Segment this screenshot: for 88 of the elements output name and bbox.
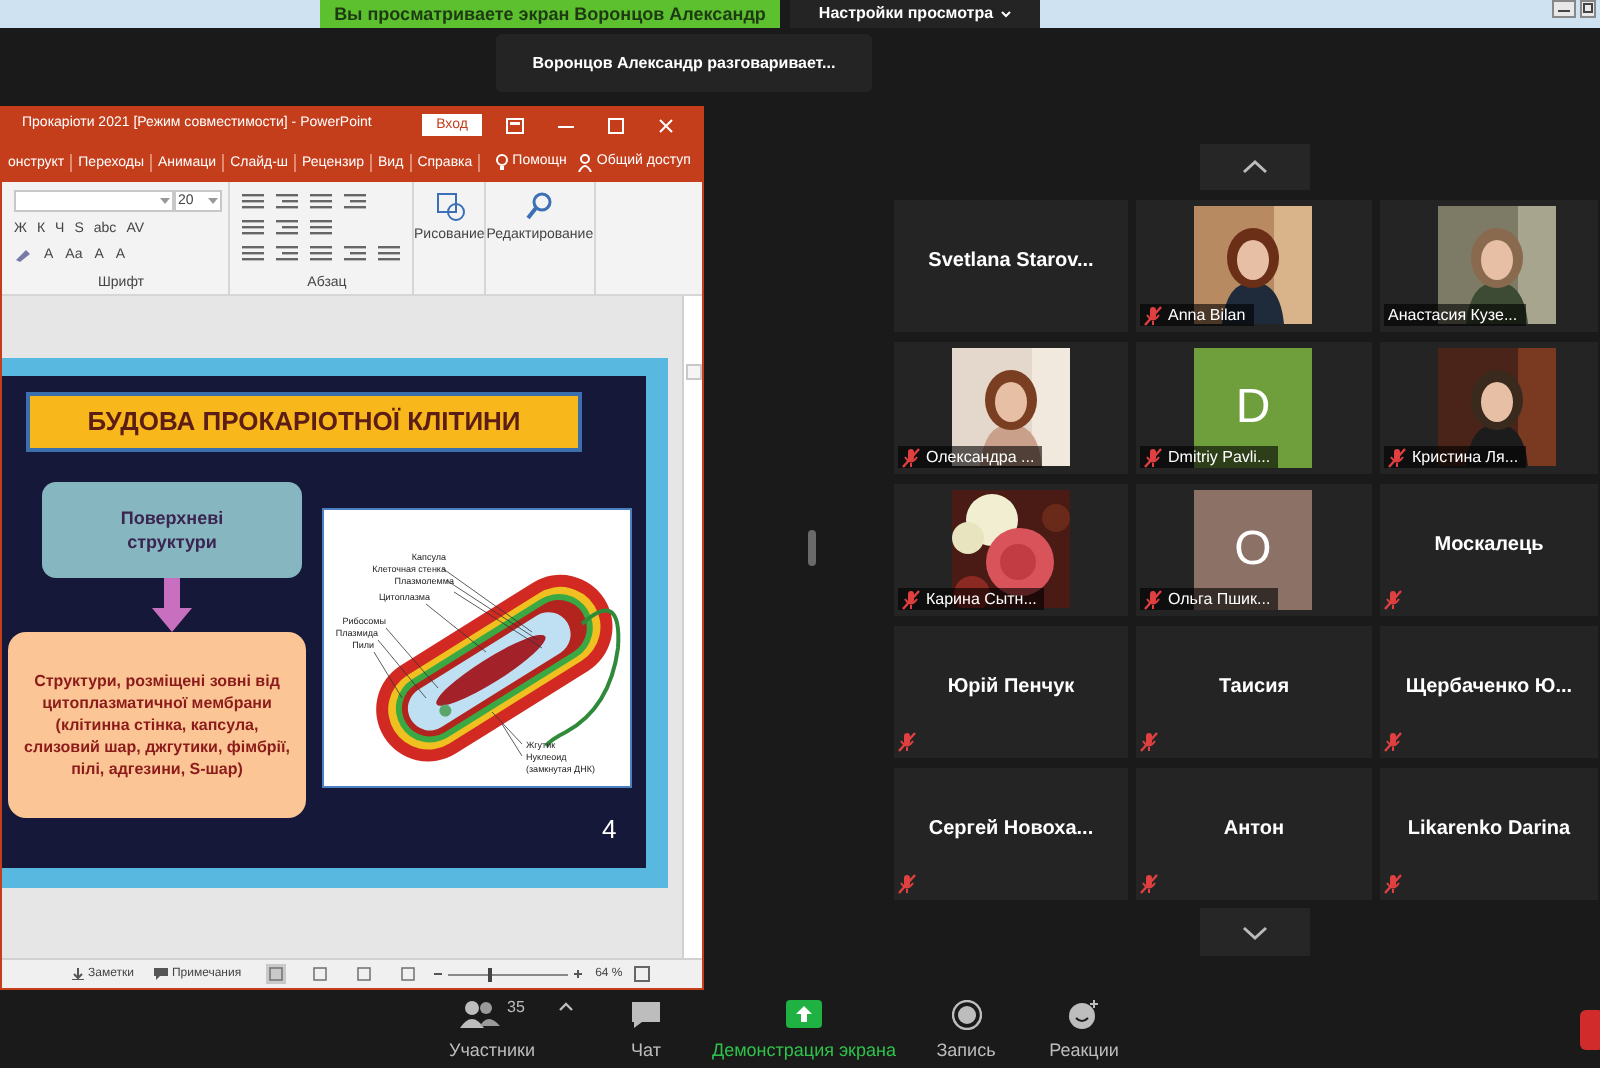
line-spacing-icon[interactable]: [310, 192, 332, 210]
participant-name: Dmitriy Pavli...: [1168, 449, 1271, 465]
toolbar-button[interactable]: Чат: [584, 994, 708, 1060]
search-icon: [523, 190, 556, 222]
slide-title: БУДОВА ПРОКАРІОТНОЇ КЛІТИНИ: [26, 392, 582, 452]
align-text-icon[interactable]: [378, 244, 400, 262]
participant-tile[interactable]: Антон: [1136, 768, 1372, 900]
participant-tile[interactable]: Anna Bilan: [1136, 200, 1372, 332]
numbering-icon[interactable]: [276, 192, 298, 210]
participant-tile[interactable]: Likarenko Darina: [1380, 768, 1598, 900]
chevron-down-icon: [999, 10, 1012, 18]
slide-sorter-icon[interactable]: [309, 964, 330, 984]
align-icon[interactable]: [344, 244, 366, 262]
zoom-thumb[interactable]: [487, 967, 492, 981]
align-icon[interactable]: [242, 244, 264, 262]
maximize-icon[interactable]: [608, 117, 624, 133]
participant-name: Юрій Пенчук: [945, 678, 1077, 698]
participant-name: Таисия: [1216, 678, 1292, 698]
view-options-button[interactable]: Настройки просмотра: [790, 0, 1040, 28]
scroll-thumb[interactable]: [685, 364, 701, 380]
participant-name: Олександра ...: [926, 449, 1035, 465]
participant-tile[interactable]: O Ольга Пшик...: [1136, 484, 1372, 616]
slide-number: 4: [602, 816, 617, 842]
highlighter-icon[interactable]: [14, 246, 32, 262]
share-screen-icon: [786, 1000, 822, 1028]
normal-view-icon[interactable]: [265, 964, 286, 984]
participant-tile[interactable]: Сергей Новоха...: [894, 768, 1128, 900]
participant-name: Анастасия Кузе...: [1388, 307, 1518, 323]
close-icon[interactable]: [658, 117, 674, 133]
record-icon: [951, 1000, 981, 1030]
minimize-icon: [1552, 0, 1576, 18]
participant-name: Москалець: [1432, 536, 1546, 556]
toolbar-button[interactable]: 35 Участники: [436, 994, 548, 1060]
participant-name: Svetlana Starov...: [926, 252, 1096, 272]
down-arrow-icon: [152, 578, 192, 632]
caret-icon: [160, 197, 170, 203]
participant-tile[interactable]: Москалець: [1380, 484, 1598, 616]
caret-icon: [208, 197, 218, 203]
scrollbar[interactable]: [682, 296, 702, 958]
toolbar-button[interactable]: Реакции: [1032, 994, 1136, 1060]
participant-name: Ольга Пшик...: [1168, 591, 1271, 607]
participant-name: Щербаченко Ю...: [1403, 678, 1575, 698]
participants-icon: [459, 1000, 500, 1028]
zoom-in-icon[interactable]: [573, 970, 582, 978]
reading-view-icon[interactable]: [353, 964, 374, 984]
participant-name: Anna Bilan: [1168, 307, 1246, 323]
toolbar-button[interactable]: Запись: [900, 994, 1032, 1060]
slideshow-icon[interactable]: [397, 964, 418, 984]
smiley-icon: [1068, 1000, 1100, 1030]
text-box: Структури, розміщені зовні від цитоплазматичної мембрани (клітинна стінка, капсула, слизовий шар, джгутики, фімбрії, пілі, адгезини, S-шар): [8, 632, 306, 818]
resize-handle[interactable]: [808, 530, 816, 566]
shapes-icon: [433, 190, 466, 222]
participant-name: Кристина Ля...: [1412, 449, 1519, 465]
participant-count: 35: [507, 1000, 525, 1016]
participant-tile[interactable]: Кристина Ля...: [1380, 342, 1598, 474]
participant-tile[interactable]: Svetlana Starov...: [894, 200, 1128, 332]
indent-icon[interactable]: [242, 218, 264, 236]
align-icon[interactable]: [310, 244, 332, 262]
notes-icon: [72, 968, 84, 980]
ribbon-display-icon[interactable]: [506, 117, 524, 133]
speaker-tooltip: Воронцов Александр разговаривает...: [496, 34, 872, 92]
participant-tile[interactable]: Таисия: [1136, 626, 1372, 758]
participant-tile[interactable]: Щербаченко Ю...: [1380, 626, 1598, 758]
columns-icon[interactable]: [344, 192, 366, 210]
participant-tile[interactable]: Карина Сытн...: [894, 484, 1128, 616]
fit-slide-icon[interactable]: [634, 966, 651, 982]
indent-icon[interactable]: [276, 218, 298, 236]
comment-icon: [153, 968, 168, 980]
chat-icon: [630, 1000, 662, 1030]
participant-tile[interactable]: Олександра ...: [894, 342, 1128, 474]
align-icon[interactable]: [276, 244, 298, 262]
participant-name: Карина Сытн...: [926, 591, 1037, 607]
zoom-out-icon[interactable]: [433, 970, 442, 978]
participant-tile[interactable]: D Dmitriy Pavli...: [1136, 342, 1372, 474]
share-banner: Вы просматриваете экран Воронцов Александр: [320, 0, 780, 28]
text-box: Поверхневі структури: [42, 482, 302, 578]
font-name-field[interactable]: [14, 189, 174, 211]
bullets-icon[interactable]: [242, 192, 264, 210]
text-direction-icon[interactable]: [310, 218, 332, 236]
participant-name: Сергей Новоха...: [926, 820, 1096, 840]
participant-tile[interactable]: Юрій Пенчук: [894, 626, 1128, 758]
maximize-icon: [1580, 0, 1596, 18]
lightbulb-icon: [496, 153, 509, 171]
participant-tile[interactable]: Анастасия Кузе...: [1380, 200, 1598, 332]
person-icon: [578, 153, 593, 171]
participant-name: Антон: [1221, 820, 1287, 840]
toolbar-button[interactable]: Демонстрация экрана: [708, 994, 900, 1060]
participant-name: Likarenko Darina: [1405, 820, 1573, 840]
